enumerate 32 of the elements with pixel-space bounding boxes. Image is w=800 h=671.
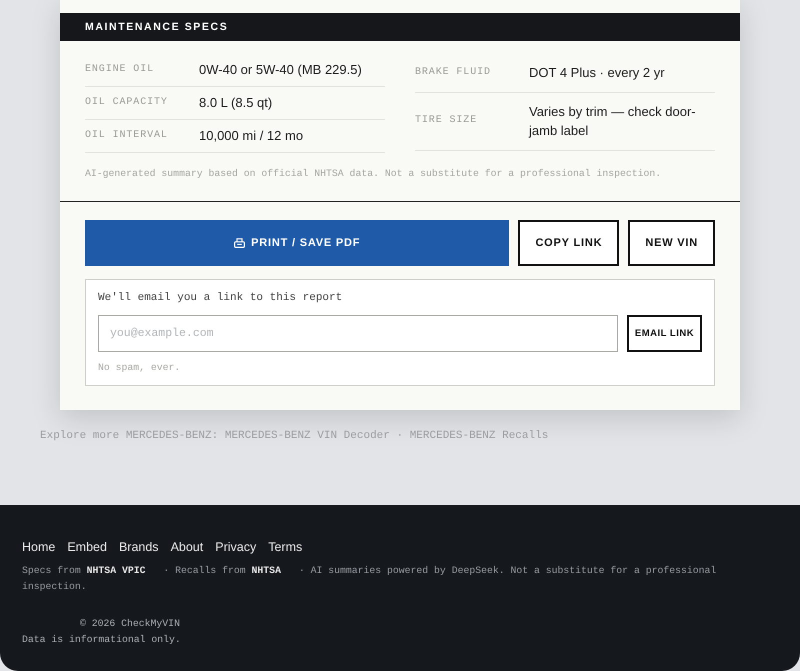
explore-text: Explore more MERCEDES-BENZ: MERCEDES-BENZ VIN Decoder · MERCEDES-BENZ Recalls [40, 429, 548, 444]
email-link-button[interactable]: EMAIL LINK [627, 315, 702, 352]
email-field[interactable]: you@example.com [98, 315, 618, 352]
email-note: No spam, ever. [98, 362, 180, 374]
spec-label: OIL INTERVAL [85, 128, 169, 142]
action-button[interactable]: COPY LINK [518, 220, 620, 266]
spec-label: OIL CAPACITY [85, 96, 169, 110]
spec-label: BRAKE FLUID [415, 66, 492, 80]
footer-nav-link[interactable]: Home [22, 539, 56, 555]
spec-value: 10,000 mi / 12 mo [199, 127, 304, 144]
action-button[interactable]: NEW VIN [628, 220, 715, 266]
spec-value: Varies by trim — check door-jamb label [529, 103, 697, 140]
spec-label: ENGINE OIL [85, 62, 156, 76]
source-link[interactable]: NHTSA VPIC [86, 565, 146, 576]
footer-nav-link[interactable]: Terms [268, 539, 302, 555]
spec-value: DOT 4 Plus · every 2 yr [529, 64, 665, 82]
footer-nav-link[interactable]: Privacy [215, 539, 256, 555]
source-link[interactable]: NHTSA [252, 565, 281, 576]
spec-label: TIRE SIZE [415, 114, 478, 128]
credits-text: Specs from NHTSA VPIC · Recalls from NHTSA · AI summaries powered by DeepSeek. Not a substitute for a professional inspection. [22, 564, 718, 594]
action-button[interactable]: PRINT / SAVE PDF [85, 220, 510, 266]
footer-nav-link[interactable]: About [170, 539, 204, 555]
section-title: MAINTENANCE SPECS [85, 20, 228, 34]
copyright-text: © 2026 CheckMyVIN [80, 617, 180, 631]
spec-value: 0W-40 or 5W-40 (MB 229.5) [199, 61, 362, 78]
disclaimer-text: AI-generated summary based on official NHTSA data. Not a substitute for a professional inspection. [85, 167, 662, 181]
footer-nav-link[interactable]: Embed [67, 539, 107, 555]
email-prompt: We'll email you a link to this report [98, 292, 342, 305]
footer-nav-link[interactable]: Brands [118, 539, 159, 555]
spec-value: 8.0 L (8.5 qt) [199, 94, 272, 111]
printer-icon [234, 238, 246, 248]
notice-text: Data is informational only. [22, 633, 181, 647]
